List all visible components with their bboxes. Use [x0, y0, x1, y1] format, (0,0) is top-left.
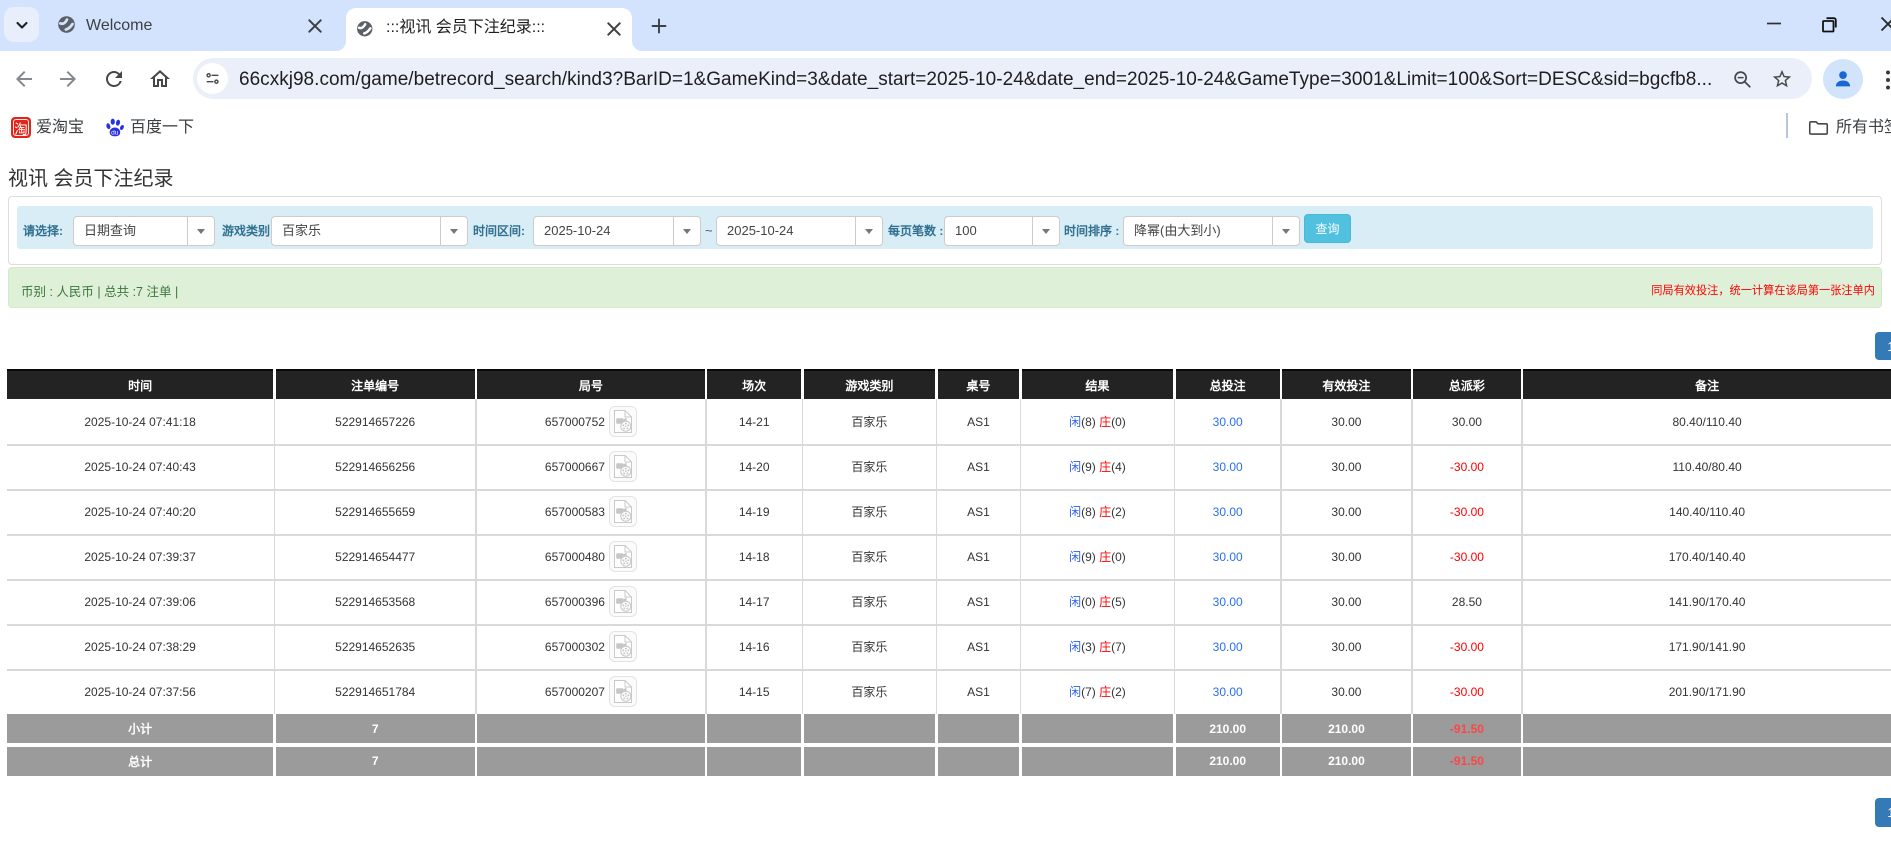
svg-text:du: du [111, 130, 119, 137]
